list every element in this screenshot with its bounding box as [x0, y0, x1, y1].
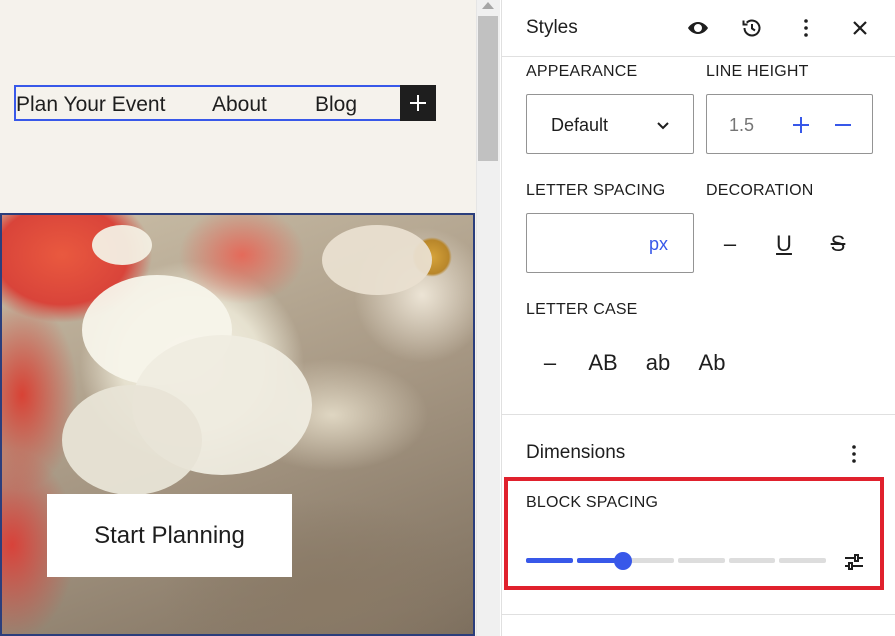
letter-case-lowercase-button[interactable]: ab — [638, 345, 678, 381]
slider-segment[interactable] — [627, 558, 674, 563]
nav-item-blog[interactable]: Blog — [315, 93, 357, 117]
dimensions-options-button[interactable] — [838, 438, 870, 470]
letter-spacing-label: LETTER SPACING — [526, 182, 666, 199]
slider-segment[interactable] — [678, 558, 725, 563]
petal-decoration — [92, 225, 152, 265]
slider-segment[interactable] — [526, 558, 573, 563]
bottom-divider — [502, 614, 895, 615]
line-height-decrement-button[interactable] — [829, 111, 857, 139]
start-planning-button[interactable]: Start Planning — [47, 494, 292, 577]
slider-segment[interactable] — [779, 558, 826, 563]
styles-sidebar: Styles APPEARANCE LINE HEIGHT Default 1.… — [501, 0, 895, 636]
appearance-value: Default — [551, 115, 609, 135]
decoration-underline-button[interactable]: U — [766, 226, 802, 262]
slider-thumb[interactable] — [614, 552, 633, 570]
block-spacing-label: BLOCK SPACING — [526, 494, 659, 511]
history-icon[interactable] — [736, 12, 768, 44]
minus-icon — [835, 124, 851, 126]
sliders-icon — [845, 554, 863, 570]
sidebar-title: Styles — [526, 17, 578, 38]
more-vertical-icon — [852, 445, 856, 463]
letter-case-capitalize-button[interactable]: Ab — [692, 345, 732, 381]
decoration-none-button[interactable]: – — [712, 226, 748, 262]
chevron-down-icon — [657, 122, 669, 130]
letter-case-none-button[interactable]: – — [530, 345, 570, 381]
appearance-label: APPEARANCE — [526, 63, 638, 80]
line-height-increment-button[interactable] — [787, 111, 815, 139]
add-nav-item-button[interactable] — [400, 85, 436, 121]
close-icon[interactable] — [844, 12, 876, 44]
slider-segment[interactable] — [728, 558, 776, 563]
nav-item-plan-your-event[interactable]: Plan Your Event — [16, 93, 165, 117]
eye-icon[interactable] — [682, 12, 714, 44]
line-height-input[interactable]: 1.5 — [706, 94, 873, 154]
decoration-strikethrough-button[interactable]: S — [820, 226, 856, 262]
appearance-select[interactable]: Default — [526, 94, 694, 154]
petal-decoration — [322, 225, 432, 295]
line-height-label: LINE HEIGHT — [706, 63, 809, 80]
more-vertical-icon[interactable] — [790, 12, 822, 44]
section-divider — [502, 414, 895, 415]
letter-spacing-input[interactable]: px — [526, 213, 694, 273]
plus-icon — [793, 117, 809, 133]
nav-item-about[interactable]: About — [212, 93, 267, 117]
petal-decoration — [62, 385, 202, 495]
canvas-scroll-thumb[interactable] — [478, 16, 498, 161]
navigation-block[interactable]: Plan Your Event About Blog — [14, 85, 436, 121]
letter-spacing-unit[interactable]: px — [649, 234, 668, 255]
header-divider — [502, 56, 895, 57]
block-spacing-slider[interactable] — [526, 552, 826, 572]
scroll-up-arrow-icon[interactable] — [482, 2, 494, 9]
editor-canvas: Plan Your Event About Blog Start Plannin… — [0, 0, 476, 636]
block-spacing-settings-button[interactable] — [840, 548, 868, 576]
line-height-value: 1.5 — [729, 115, 755, 135]
letter-case-label: LETTER CASE — [526, 301, 638, 318]
letter-case-uppercase-button[interactable]: AB — [583, 345, 623, 381]
dimensions-title: Dimensions — [526, 442, 626, 463]
plus-icon — [410, 95, 426, 111]
decoration-label: DECORATION — [706, 182, 814, 199]
